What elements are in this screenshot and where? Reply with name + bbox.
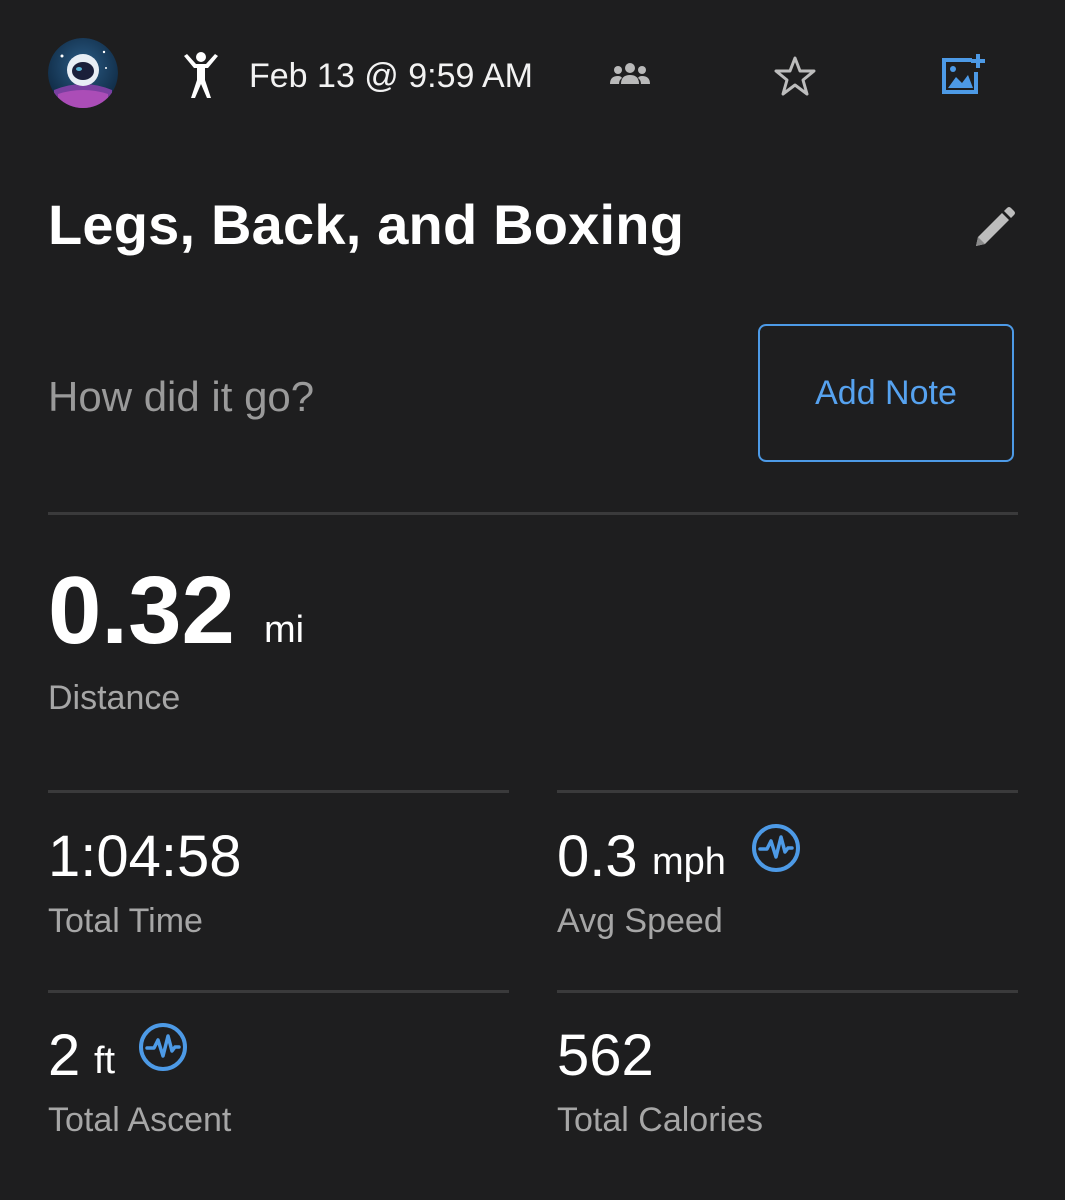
distance-label: Distance xyxy=(48,679,181,717)
metric-pulse-icon[interactable] xyxy=(750,822,802,874)
divider xyxy=(557,990,1018,993)
star-icon[interactable] xyxy=(773,54,817,98)
divider xyxy=(48,512,1018,515)
add-photo-icon[interactable] xyxy=(938,50,988,100)
avatar[interactable] xyxy=(48,38,118,108)
add-note-label: Add Note xyxy=(815,373,957,412)
total-ascent-value: 2 xyxy=(48,1023,81,1088)
total-time-value: 1:04:58 xyxy=(48,824,242,889)
avg-speed-label: Avg Speed xyxy=(557,902,723,940)
total-calories-value: 562 xyxy=(557,1023,654,1088)
note-prompt: How did it go? xyxy=(48,373,315,420)
divider xyxy=(48,790,509,793)
avg-speed-unit: mph xyxy=(652,841,726,883)
distance-value: 0.32 xyxy=(48,557,235,664)
metric-pulse-icon[interactable] xyxy=(137,1021,189,1073)
distance-unit: mi xyxy=(264,609,305,651)
divider xyxy=(557,790,1018,793)
total-ascent-unit: ft xyxy=(94,1040,116,1082)
group-icon[interactable] xyxy=(608,60,652,90)
activity-date: Feb 13 @ 9:59 AM xyxy=(249,57,534,95)
pencil-icon[interactable] xyxy=(968,204,1018,254)
total-ascent-label: Total Ascent xyxy=(48,1101,232,1139)
total-time-label: Total Time xyxy=(48,902,203,940)
avg-speed-value: 0.3 xyxy=(557,824,638,889)
strength-training-icon xyxy=(180,50,222,100)
total-calories-label: Total Calories xyxy=(557,1101,763,1139)
add-note-button[interactable]: Add Note xyxy=(758,324,1014,462)
activity-title: Legs, Back, and Boxing xyxy=(48,193,685,256)
divider xyxy=(48,990,509,993)
